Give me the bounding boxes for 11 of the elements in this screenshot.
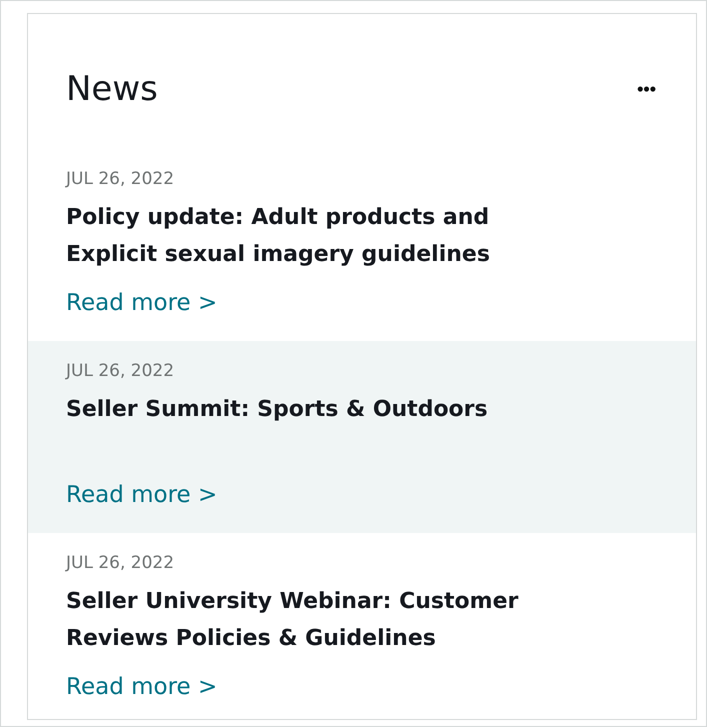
more-menu-button[interactable]: ••• <box>633 78 660 100</box>
news-title: Seller University Webinar: Customer Reviews Policies & Guidelines <box>66 588 520 653</box>
news-date: JUL 26, 2022 <box>66 360 176 383</box>
news-title: Policy update: Adult products and Explicit sexual imagery guidelines <box>66 204 491 269</box>
read-more-link[interactable]: Read more > <box>66 482 218 508</box>
news-date: JUL 26, 2022 <box>66 552 176 575</box>
widget-title: News <box>66 68 158 111</box>
news-title: Seller Summit: Sports & Outdoors <box>66 396 489 424</box>
news-date: JUL 26, 2022 <box>66 168 176 191</box>
read-more-link[interactable]: Read more > <box>66 290 218 316</box>
read-more-link[interactable]: Read more > <box>66 674 218 700</box>
